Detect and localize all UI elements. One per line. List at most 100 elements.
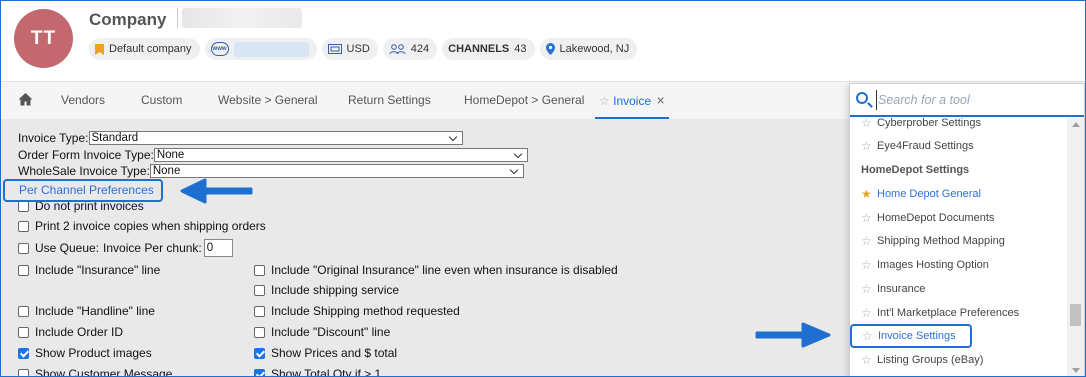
tool-search-dropdown: ☆ Cyberprober Settings ☆ Eye4Fraud Setti…: [849, 83, 1085, 376]
check-row: Include "Insurance" line: [18, 263, 160, 277]
checkbox[interactable]: [18, 305, 29, 317]
tool-item-label: Cyberprober Settings: [877, 117, 981, 129]
tool-group-header: HomeDepot Settings: [850, 160, 1066, 180]
close-icon[interactable]: ×: [656, 92, 664, 108]
checkbox[interactable]: [18, 326, 29, 338]
check-row: Show Customer Message: [18, 367, 173, 377]
tool-item-label: Insurance: [877, 283, 926, 295]
star-icon[interactable]: ☆: [861, 211, 872, 225]
check-row: Show Prices and $ total: [254, 346, 397, 360]
tab-website-general[interactable]: Website > General: [218, 82, 318, 119]
tool-item[interactable]: ☆ Int'l Marketplace Preferences: [850, 303, 1066, 323]
channels-label: CHANNELS: [448, 43, 510, 55]
search-icon: [856, 92, 868, 104]
tool-search-input[interactable]: [876, 90, 1076, 110]
default-company-chip[interactable]: Default company: [89, 38, 200, 60]
tab-invoice[interactable]: ☆ Invoice ×: [595, 82, 669, 119]
scroll-down-icon[interactable]: [1072, 368, 1080, 373]
check-label: Include "Handline" line: [35, 304, 155, 318]
star-icon[interactable]: ☆: [861, 282, 872, 296]
check-label: Include "Original Insurance" line even w…: [271, 263, 618, 277]
order-form-select[interactable]: None: [153, 148, 528, 162]
tool-item[interactable]: ☆ Listing Groups (eBay): [850, 350, 1066, 370]
tab-vendors[interactable]: Vendors: [61, 82, 105, 119]
check-row: Include "Discount" line: [254, 325, 390, 339]
wholesale-label: WholeSale Invoice Type:: [18, 164, 150, 178]
channels-chip[interactable]: CHANNELS 43: [442, 38, 535, 60]
location-chip[interactable]: Lakewood, NJ: [539, 38, 638, 60]
invoice-type-select[interactable]: Standard: [88, 131, 463, 145]
per-channel-preferences-link[interactable]: Per Channel Preferences: [19, 183, 154, 197]
tool-item-label: Images Hosting Option: [877, 259, 989, 271]
tool-item-favorite[interactable]: ★ Home Depot General: [850, 184, 1066, 204]
checkbox[interactable]: [254, 305, 265, 317]
print-two-checkbox[interactable]: [18, 220, 29, 232]
tab-custom[interactable]: Custom: [141, 82, 182, 119]
star-icon[interactable]: ☆: [861, 306, 872, 320]
tool-item[interactable]: ☆ Cyberprober Settings: [850, 113, 1066, 133]
redacted-website: [233, 41, 309, 57]
do-not-print-checkbox[interactable]: [18, 200, 29, 212]
tool-item-label: HomeDepot Documents: [877, 212, 995, 224]
star-icon[interactable]: ☆: [861, 116, 872, 130]
checkbox[interactable]: [254, 284, 265, 296]
scroll-thumb[interactable]: [1070, 304, 1081, 326]
checkbox[interactable]: [254, 264, 265, 276]
check-label: Show Total Qty if > 1: [271, 367, 382, 377]
checkbox[interactable]: [18, 264, 29, 276]
bookmark-icon: [95, 43, 104, 55]
invoice-type-row: Invoice Type: Standard: [18, 131, 463, 145]
avatar[interactable]: TT: [14, 9, 73, 68]
tool-item-invoice-settings[interactable]: ☆ Invoice Settings: [850, 324, 972, 348]
app-frame: TT Company Default company www USD 424 C…: [0, 0, 1086, 377]
star-icon[interactable]: ☆: [861, 353, 872, 367]
users-icon: [389, 43, 406, 54]
check-row: Include Order ID: [18, 325, 123, 339]
order-form-row: Order Form Invoice Type: None: [18, 148, 528, 162]
currency-chip[interactable]: USD: [321, 38, 378, 60]
company-header: TT Company Default company www USD 424 C…: [1, 1, 1085, 81]
money-icon: [327, 44, 342, 54]
checkbox[interactable]: [18, 368, 29, 376]
tool-item-label: Int'l Marketplace Preferences: [877, 307, 1020, 319]
check-row: Show Product images: [18, 346, 152, 360]
web-icon: www: [210, 42, 229, 56]
tool-item[interactable]: ☆ HomeDepot Documents: [850, 208, 1066, 228]
tab-homedepot-general[interactable]: HomeDepot > General: [464, 82, 584, 119]
redacted-field: [182, 8, 302, 28]
wholesale-select[interactable]: None: [149, 164, 524, 178]
star-icon[interactable]: ☆: [599, 94, 610, 108]
checkbox[interactable]: [254, 326, 265, 338]
use-queue-label: Use Queue:: [35, 241, 100, 255]
tool-item-label: Invoice Settings: [878, 330, 956, 342]
tab-return-settings[interactable]: Return Settings: [348, 82, 431, 119]
website-chip[interactable]: www: [204, 38, 317, 60]
tool-item[interactable]: ☆ Eye4Fraud Settings: [850, 136, 1066, 156]
checkbox[interactable]: [254, 347, 265, 359]
order-form-label: Order Form Invoice Type:: [18, 148, 154, 162]
annotation-arrow-left: [180, 178, 253, 204]
checkbox[interactable]: [18, 347, 29, 359]
tool-item[interactable]: ☆ Shipping Method Mapping: [850, 231, 1066, 251]
invoice-per-chunk-input[interactable]: 0: [203, 239, 233, 257]
company-chips: Default company www USD 424 CHANNELS 43 …: [89, 38, 638, 60]
tool-item[interactable]: ☆ Images Hosting Option: [850, 255, 1066, 275]
check-label: Include "Insurance" line: [35, 263, 161, 277]
check-row: Include Shipping method requested: [254, 304, 460, 318]
users-chip[interactable]: 424: [382, 38, 438, 60]
tool-item-label: Eye4Fraud Settings: [877, 140, 974, 152]
checkbox[interactable]: [254, 368, 265, 376]
star-icon[interactable]: ☆: [861, 234, 872, 248]
tool-list-scrollbar[interactable]: [1067, 118, 1084, 376]
star-icon[interactable]: ☆: [861, 139, 872, 153]
home-icon[interactable]: [18, 92, 33, 107]
star-filled-icon[interactable]: ★: [861, 187, 872, 201]
star-icon[interactable]: ☆: [861, 258, 872, 272]
users-count: 424: [410, 43, 430, 55]
use-queue-row: Use Queue: Invoice Per chunk: 0: [18, 239, 233, 257]
check-label: Show Customer Message: [35, 367, 173, 377]
tool-item[interactable]: ☆ Insurance: [850, 279, 1066, 299]
use-queue-checkbox[interactable]: [18, 242, 29, 254]
scroll-up-icon[interactable]: [1072, 122, 1080, 127]
star-icon[interactable]: ☆: [862, 329, 873, 343]
